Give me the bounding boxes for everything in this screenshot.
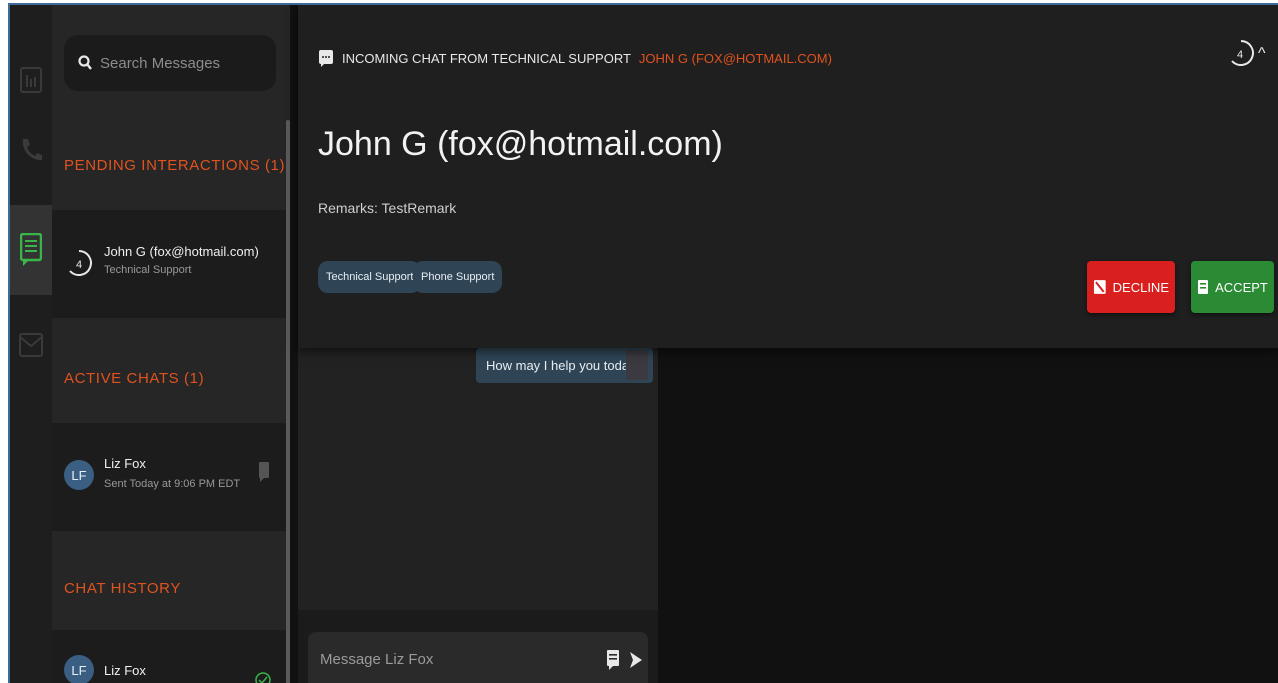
timer-icon: 4 xyxy=(1231,40,1254,66)
incoming-chat-panel: INCOMING CHAT FROM TECHNICAL SUPPORT JOH… xyxy=(298,5,1278,348)
timer-value: 4 xyxy=(76,259,82,271)
send-icon[interactable] xyxy=(628,650,644,670)
message-composer xyxy=(308,632,648,683)
accept-button[interactable]: ACCEPT xyxy=(1191,261,1274,313)
accept-label: ACCEPT xyxy=(1215,279,1268,295)
chat-history-header: CHAT HISTORY xyxy=(64,580,181,597)
timer-value: 4 xyxy=(1237,49,1243,61)
incoming-chat-header: INCOMING CHAT FROM TECHNICAL SUPPORT JOH… xyxy=(318,49,832,67)
nav-rail xyxy=(10,5,52,683)
active-chat-item[interactable]: LF Liz Fox Sent Today at 9:06 PM EDT xyxy=(52,423,290,531)
search-box[interactable] xyxy=(64,35,276,91)
active-chat-title: Liz Fox xyxy=(104,456,146,471)
composer-area xyxy=(298,610,658,683)
phone-icon xyxy=(22,139,42,161)
agent-avatar xyxy=(626,350,648,380)
decline-label: DECLINE xyxy=(1112,279,1169,295)
avatar: LF xyxy=(64,655,94,683)
avatar: LF xyxy=(64,460,94,490)
history-item-title: Liz Fox xyxy=(104,663,146,678)
active-chat-subtitle: Sent Today at 9:06 PM EDT xyxy=(104,478,241,490)
pending-item-subtitle: Technical Support xyxy=(104,264,192,276)
incoming-chat-from: JOHN G (FOX@HOTMAIL.COM) xyxy=(638,50,832,66)
rail-chat[interactable] xyxy=(10,205,52,295)
dashboard-icon xyxy=(20,67,42,93)
incoming-chat-remarks: Remarks: TestRemark xyxy=(318,200,457,216)
check-icon xyxy=(255,672,271,683)
pending-interactions-header: PENDING INTERACTIONS (1) xyxy=(64,157,286,174)
rail-phone[interactable] xyxy=(10,105,52,195)
skill-chip: Technical Support xyxy=(318,261,422,293)
message-input[interactable] xyxy=(318,650,582,669)
history-item[interactable]: LF Liz Fox xyxy=(52,630,290,683)
canned-response-icon[interactable] xyxy=(606,649,620,671)
app-window: PENDING INTERACTIONS (1) 4 John G (fox@h… xyxy=(8,3,1278,683)
message-icon xyxy=(259,462,269,482)
chat-icon xyxy=(20,233,42,266)
sidebar: PENDING INTERACTIONS (1) 4 John G (fox@h… xyxy=(52,5,290,683)
incoming-chat-title: John G (fox@hotmail.com) xyxy=(318,125,723,163)
rail-mail[interactable] xyxy=(10,300,52,390)
chevron-up-icon[interactable]: ^ xyxy=(1258,45,1266,63)
search-input[interactable] xyxy=(98,53,272,73)
decline-button[interactable]: DECLINE xyxy=(1087,261,1175,313)
sidebar-scrollbar[interactable] xyxy=(286,120,290,683)
pending-item[interactable]: 4 John G (fox@hotmail.com) Technical Sup… xyxy=(52,210,290,318)
search-icon xyxy=(78,55,92,71)
incoming-chat-label: INCOMING CHAT FROM TECHNICAL SUPPORT xyxy=(342,50,631,66)
skill-chip: Phone Support xyxy=(413,261,503,293)
active-chats-header: ACTIVE CHATS (1) xyxy=(64,370,205,387)
accept-icon xyxy=(1198,280,1209,294)
pending-item-title: John G (fox@hotmail.com) xyxy=(104,244,259,259)
mail-icon xyxy=(19,333,43,357)
timer-icon: 4 xyxy=(69,250,92,276)
decline-icon xyxy=(1093,280,1106,294)
message-icon xyxy=(319,50,333,67)
